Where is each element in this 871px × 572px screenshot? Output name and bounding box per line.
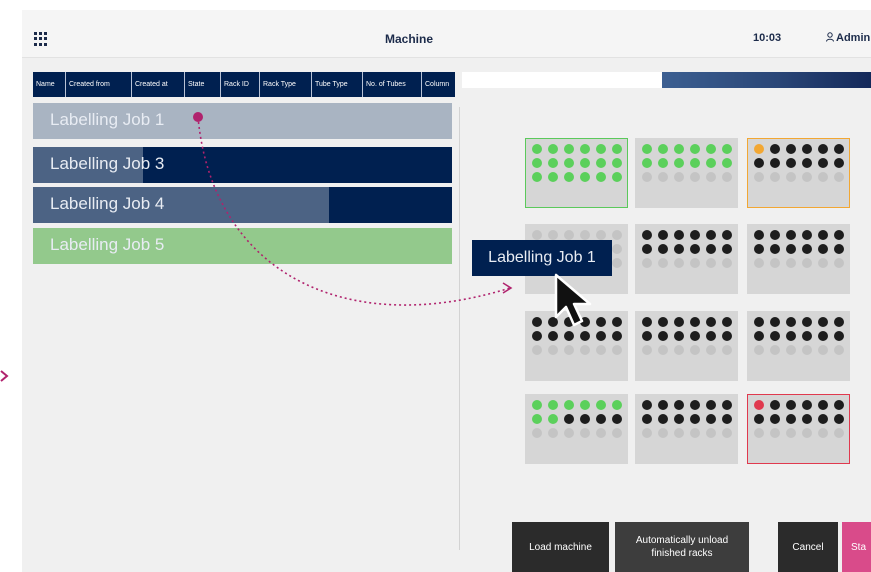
load-machine-button[interactable]: Load machine xyxy=(512,522,609,572)
cancel-button[interactable]: Cancel xyxy=(778,522,838,572)
drag-path-icon xyxy=(193,112,513,306)
start-button[interactable]: Sta xyxy=(842,522,871,572)
arrow-right-icon xyxy=(0,370,9,382)
auto-unload-button[interactable]: Automatically unload finished racks xyxy=(615,522,749,572)
cursor-arrow-icon xyxy=(554,273,592,327)
dragged-job-label: Labelling Job 1 xyxy=(472,240,612,276)
machine-window: Machine 10:03 Admin Name Created from Cr… xyxy=(22,10,871,572)
